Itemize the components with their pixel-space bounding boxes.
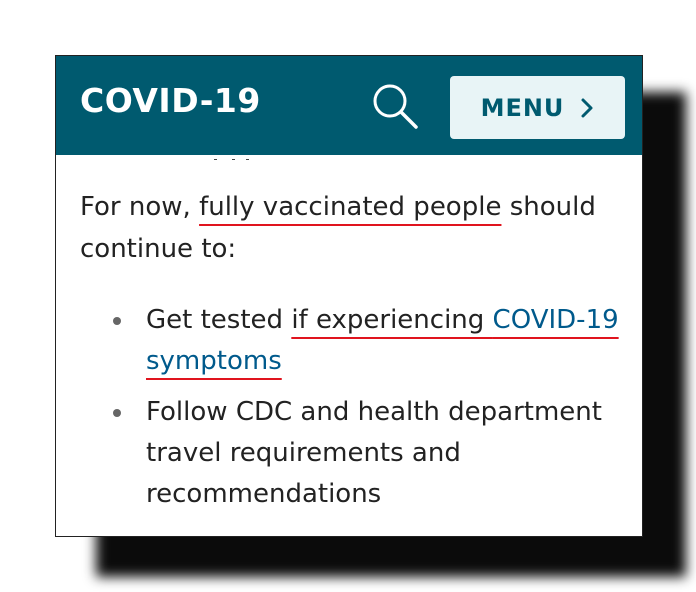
menu-button[interactable]: MENU (450, 76, 625, 139)
site-header: COVID-19 MENU (56, 56, 642, 155)
search-icon[interactable] (370, 82, 422, 132)
list-item: Get tested if experiencing COVID-19 sympt… (80, 300, 630, 382)
highlight-fully-vaccinated: fully vaccinated people (199, 192, 502, 222)
highlight-if-experiencing: if experiencing (291, 305, 493, 335)
cutoff-text-fragment (206, 152, 266, 160)
list-item-text: Get tested (146, 305, 292, 335)
intro-paragraph: For now, fully vaccinated people should … (80, 186, 630, 270)
menu-button-label: MENU (480, 93, 565, 122)
list-item: Follow CDC and health department travel … (80, 392, 630, 515)
symptoms-link[interactable]: symptoms (146, 346, 282, 376)
bullet-dot (113, 317, 121, 325)
bullet-dot (113, 409, 121, 417)
covid-symptoms-link[interactable]: COVID-19 (493, 305, 619, 335)
main-content: For now, fully vaccinated people should … (80, 186, 630, 509)
page-card: COVID-19 MENU For now, fully vaccinated … (55, 55, 643, 537)
site-title: COVID-19 (80, 81, 261, 120)
intro-text: For now, (80, 192, 200, 222)
list-item-text: Follow CDC and health department travel … (146, 397, 602, 509)
recommendation-list: Get tested if experiencing COVID-19 sympt… (80, 300, 630, 515)
chevron-right-icon (580, 97, 594, 119)
